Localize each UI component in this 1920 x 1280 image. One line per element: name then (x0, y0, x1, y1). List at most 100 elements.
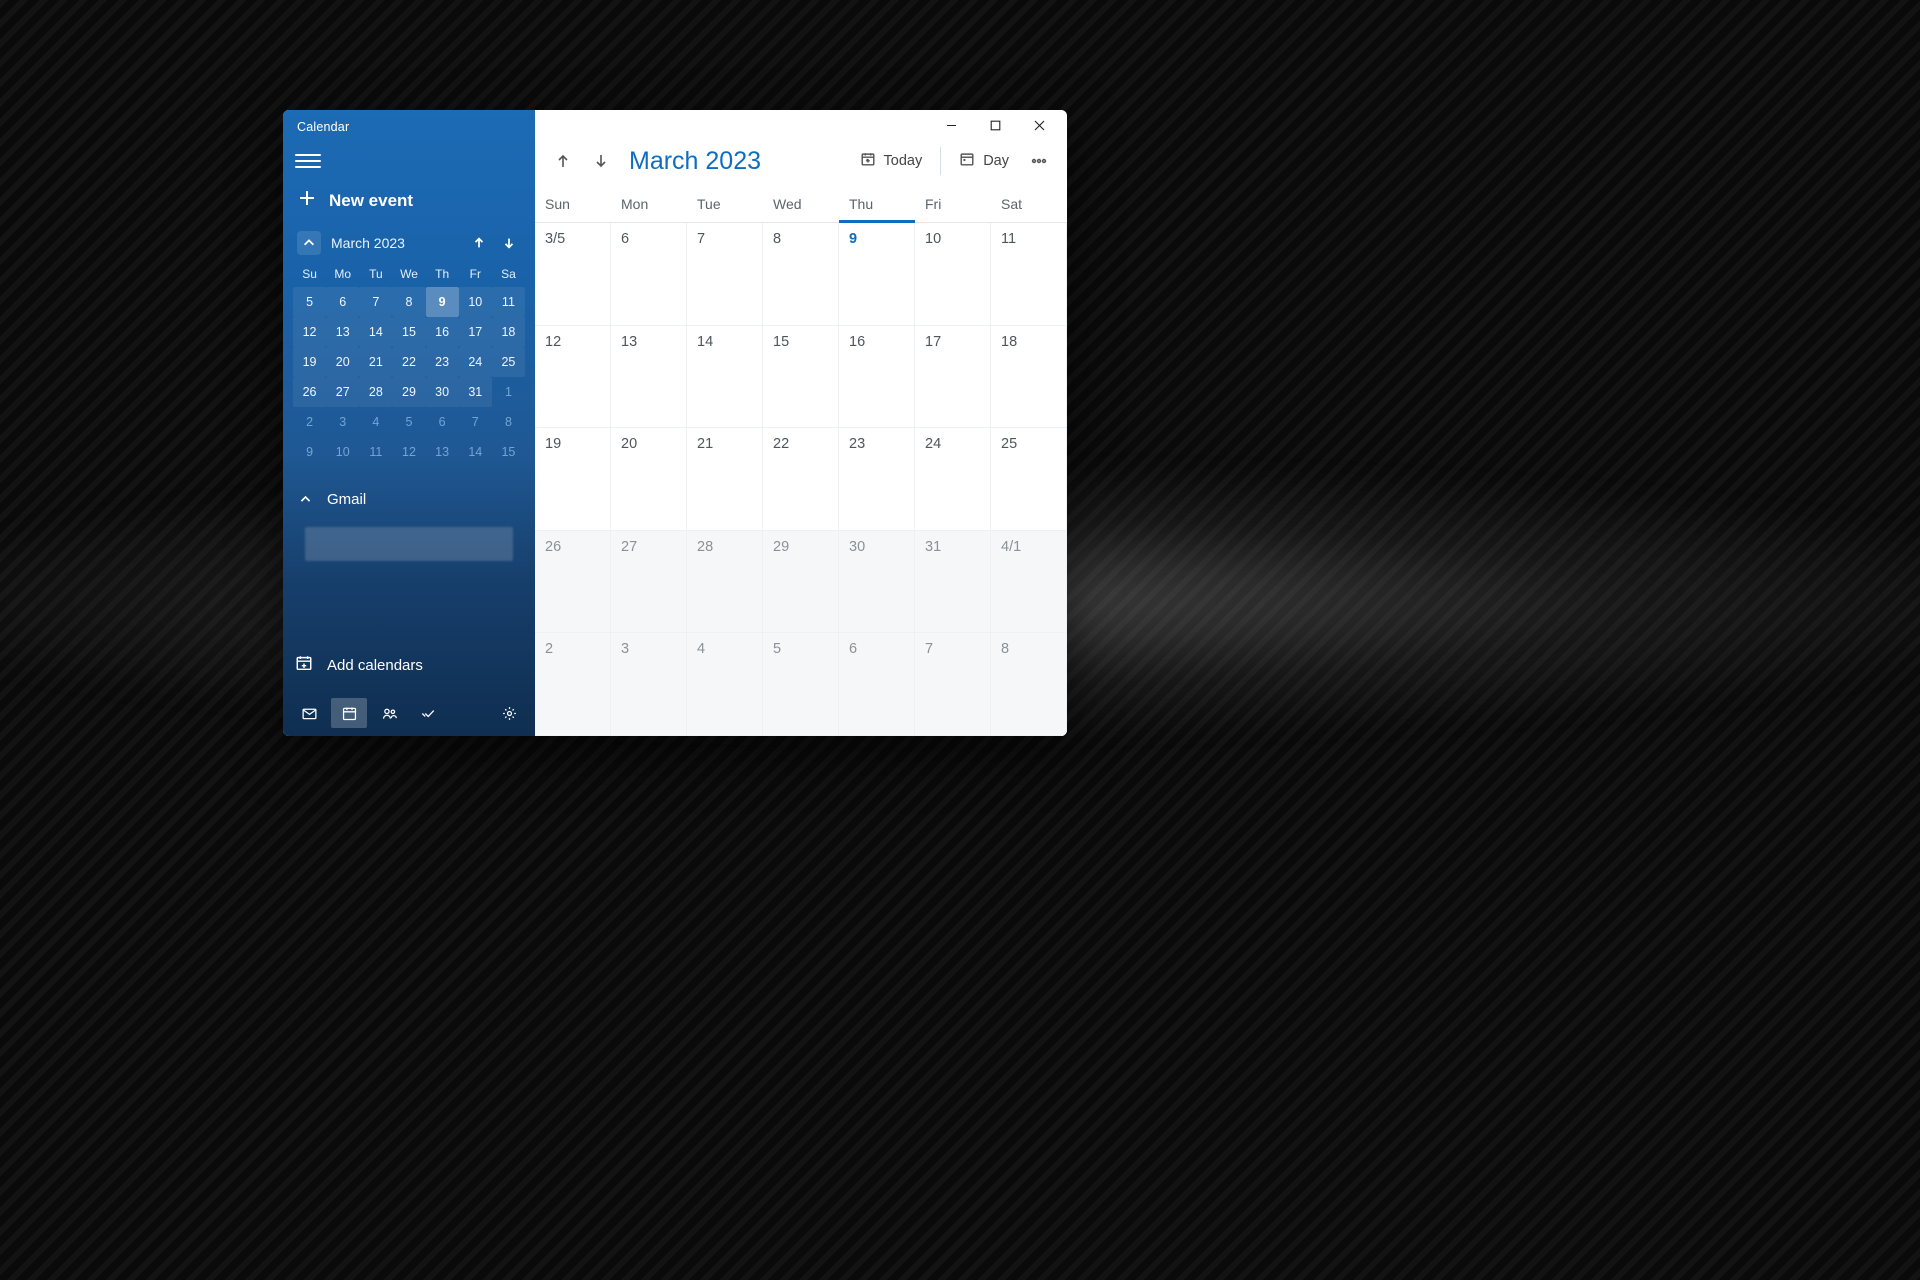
mini-cal-day[interactable]: 12 (392, 437, 425, 467)
calendar-icon[interactable] (331, 698, 367, 728)
calendar-day-cell[interactable]: 15 (763, 326, 839, 429)
calendar-day-cell[interactable]: 6 (611, 223, 687, 326)
calendar-day-cell[interactable]: 2 (535, 633, 611, 736)
mini-cal-day[interactable]: 10 (459, 287, 492, 317)
mini-cal-day[interactable]: 15 (492, 437, 525, 467)
mini-cal-day[interactable]: 31 (459, 377, 492, 407)
calendar-day-cell[interactable]: 11 (991, 223, 1067, 326)
calendar-day-cell[interactable]: 22 (763, 428, 839, 531)
mini-cal-day[interactable]: 9 (293, 437, 326, 467)
calendar-day-cell[interactable]: 12 (535, 326, 611, 429)
calendar-day-cell[interactable]: 18 (991, 326, 1067, 429)
mail-icon[interactable] (291, 698, 327, 728)
mini-cal-day[interactable]: 18 (492, 317, 525, 347)
mini-cal-day[interactable]: 29 (392, 377, 425, 407)
calendar-day-cell[interactable]: 28 (687, 531, 763, 634)
mini-cal-day[interactable]: 26 (293, 377, 326, 407)
mini-cal-day[interactable]: 2 (293, 407, 326, 437)
mini-cal-day[interactable]: 4 (359, 407, 392, 437)
mini-cal-next-button[interactable] (497, 231, 521, 255)
minimize-button[interactable] (929, 111, 973, 139)
people-icon[interactable] (371, 698, 407, 728)
mini-cal-day[interactable]: 25 (492, 347, 525, 377)
mini-cal-day[interactable]: 6 (426, 407, 459, 437)
calendar-day-cell[interactable]: 16 (839, 326, 915, 429)
mini-cal-month-label[interactable]: March 2023 (329, 235, 459, 251)
mini-cal-day[interactable]: 5 (293, 287, 326, 317)
mini-cal-day[interactable]: 23 (426, 347, 459, 377)
mini-cal-day[interactable]: 14 (359, 317, 392, 347)
mini-cal-day[interactable]: 13 (426, 437, 459, 467)
calendar-day-cell[interactable]: 27 (611, 531, 687, 634)
mini-cal-day[interactable]: 6 (326, 287, 359, 317)
mini-cal-day[interactable]: 27 (326, 377, 359, 407)
close-button[interactable] (1017, 111, 1061, 139)
calendar-day-cell[interactable]: 20 (611, 428, 687, 531)
calendar-day-cell[interactable]: 3 (611, 633, 687, 736)
mini-cal-day[interactable]: 16 (426, 317, 459, 347)
mini-cal-collapse-button[interactable] (297, 231, 321, 255)
next-range-button[interactable] (585, 143, 617, 179)
mini-cal-day[interactable]: 7 (359, 287, 392, 317)
mini-cal-prev-button[interactable] (467, 231, 491, 255)
calendar-day-cell[interactable]: 23 (839, 428, 915, 531)
calendar-day-cell[interactable]: 5 (763, 633, 839, 736)
calendar-day-cell[interactable]: 7 (915, 633, 991, 736)
mini-cal-day[interactable]: 1 (492, 377, 525, 407)
mini-cal-day[interactable]: 21 (359, 347, 392, 377)
calendar-day-cell[interactable]: 14 (687, 326, 763, 429)
calendar-day-cell[interactable]: 24 (915, 428, 991, 531)
mini-cal-day[interactable]: 11 (359, 437, 392, 467)
mini-cal-day[interactable]: 14 (459, 437, 492, 467)
more-options-button[interactable] (1023, 143, 1055, 179)
todo-icon[interactable] (411, 698, 447, 728)
mini-cal-day[interactable]: 30 (426, 377, 459, 407)
calendar-day-cell[interactable]: 10 (915, 223, 991, 326)
calendar-day-cell[interactable]: 6 (839, 633, 915, 736)
mini-cal-day[interactable]: 15 (392, 317, 425, 347)
mini-cal-day[interactable]: 24 (459, 347, 492, 377)
main-month-label[interactable]: March 2023 (623, 147, 767, 176)
account-toggle[interactable]: Gmail (283, 471, 535, 519)
mini-cal-day[interactable]: 8 (392, 287, 425, 317)
calendar-day-cell[interactable]: 7 (687, 223, 763, 326)
settings-icon[interactable] (491, 698, 527, 728)
calendar-day-cell[interactable]: 26 (535, 531, 611, 634)
today-button[interactable]: Today (852, 143, 931, 179)
mini-cal-day[interactable]: 20 (326, 347, 359, 377)
new-event-button[interactable]: New event (283, 174, 535, 225)
calendar-day-cell[interactable]: 17 (915, 326, 991, 429)
calendar-day-cell[interactable]: 8 (991, 633, 1067, 736)
calendar-day-cell[interactable]: 19 (535, 428, 611, 531)
mini-cal-day[interactable]: 28 (359, 377, 392, 407)
calendar-day-cell[interactable]: 9 (839, 223, 915, 326)
mini-cal-day[interactable]: 10 (326, 437, 359, 467)
mini-cal-day[interactable]: 13 (326, 317, 359, 347)
add-calendars-label: Add calendars (327, 657, 423, 674)
view-switch-button[interactable]: Day (951, 143, 1017, 179)
add-calendars-button[interactable]: Add calendars (283, 646, 535, 692)
calendar-day-cell[interactable]: 25 (991, 428, 1067, 531)
prev-range-button[interactable] (547, 143, 579, 179)
calendar-day-cell[interactable]: 31 (915, 531, 991, 634)
calendar-day-cell[interactable]: 3/5 (535, 223, 611, 326)
mini-cal-day[interactable]: 8 (492, 407, 525, 437)
mini-cal-day[interactable]: 5 (392, 407, 425, 437)
maximize-button[interactable] (973, 111, 1017, 139)
calendar-day-cell[interactable]: 8 (763, 223, 839, 326)
hamburger-menu-icon[interactable] (295, 148, 321, 174)
mini-cal-day[interactable]: 12 (293, 317, 326, 347)
mini-cal-day[interactable]: 19 (293, 347, 326, 377)
calendar-day-cell[interactable]: 29 (763, 531, 839, 634)
calendar-day-cell[interactable]: 4 (687, 633, 763, 736)
calendar-day-cell[interactable]: 4/1 (991, 531, 1067, 634)
mini-cal-day[interactable]: 3 (326, 407, 359, 437)
mini-cal-day[interactable]: 17 (459, 317, 492, 347)
mini-cal-day[interactable]: 22 (392, 347, 425, 377)
mini-cal-day[interactable]: 11 (492, 287, 525, 317)
mini-cal-day[interactable]: 9 (426, 287, 459, 317)
mini-cal-day[interactable]: 7 (459, 407, 492, 437)
calendar-day-cell[interactable]: 13 (611, 326, 687, 429)
calendar-day-cell[interactable]: 30 (839, 531, 915, 634)
calendar-day-cell[interactable]: 21 (687, 428, 763, 531)
